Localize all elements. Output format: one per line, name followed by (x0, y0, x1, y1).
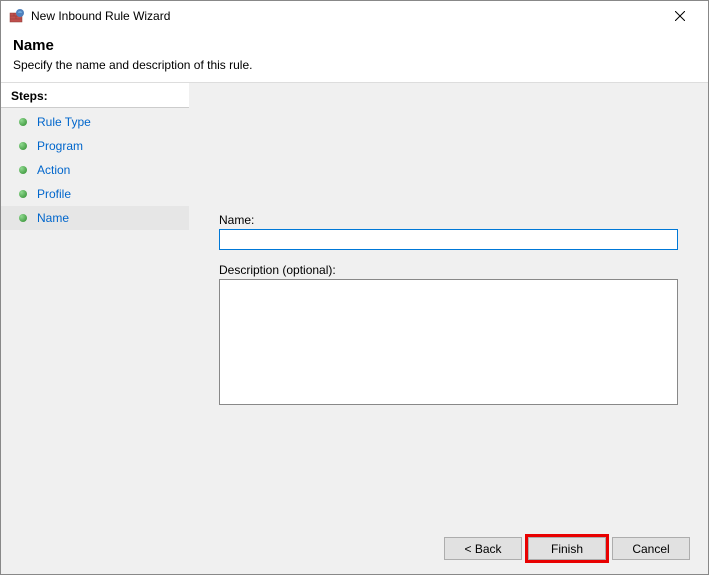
main-panel: Name: Description (optional): < Back Fin… (189, 83, 708, 574)
window-title: New Inbound Rule Wizard (31, 9, 660, 23)
wizard-body: Steps: Rule Type Program Action Profile … (1, 82, 708, 574)
bullet-icon (19, 214, 27, 222)
step-rule-type[interactable]: Rule Type (1, 110, 189, 134)
steps-list: Rule Type Program Action Profile Name (1, 108, 189, 230)
finish-button[interactable]: Finish (528, 537, 606, 560)
titlebar: New Inbound Rule Wizard (1, 1, 708, 31)
bullet-icon (19, 190, 27, 198)
step-label: Program (37, 137, 83, 155)
page-title: Name (13, 37, 696, 54)
name-label: Name: (219, 213, 678, 227)
firewall-icon (9, 8, 25, 24)
bullet-icon (19, 118, 27, 126)
bullet-icon (19, 166, 27, 174)
back-button[interactable]: < Back (444, 537, 522, 560)
step-label: Action (37, 161, 70, 179)
close-icon[interactable] (660, 2, 700, 30)
step-program[interactable]: Program (1, 134, 189, 158)
wizard-header: Name Specify the name and description of… (1, 31, 708, 82)
description-label: Description (optional): (219, 263, 678, 277)
bullet-icon (19, 142, 27, 150)
step-profile[interactable]: Profile (1, 182, 189, 206)
step-name[interactable]: Name (1, 206, 189, 230)
description-input[interactable] (219, 279, 678, 405)
step-label: Rule Type (37, 113, 91, 131)
name-input[interactable] (219, 229, 678, 250)
step-label: Profile (37, 185, 71, 203)
wizard-buttons: < Back Finish Cancel (444, 537, 690, 560)
steps-label: Steps: (1, 83, 189, 108)
steps-sidebar: Steps: Rule Type Program Action Profile … (1, 83, 189, 574)
step-action[interactable]: Action (1, 158, 189, 182)
step-label: Name (37, 209, 69, 227)
page-subtitle: Specify the name and description of this… (13, 58, 696, 72)
cancel-button[interactable]: Cancel (612, 537, 690, 560)
